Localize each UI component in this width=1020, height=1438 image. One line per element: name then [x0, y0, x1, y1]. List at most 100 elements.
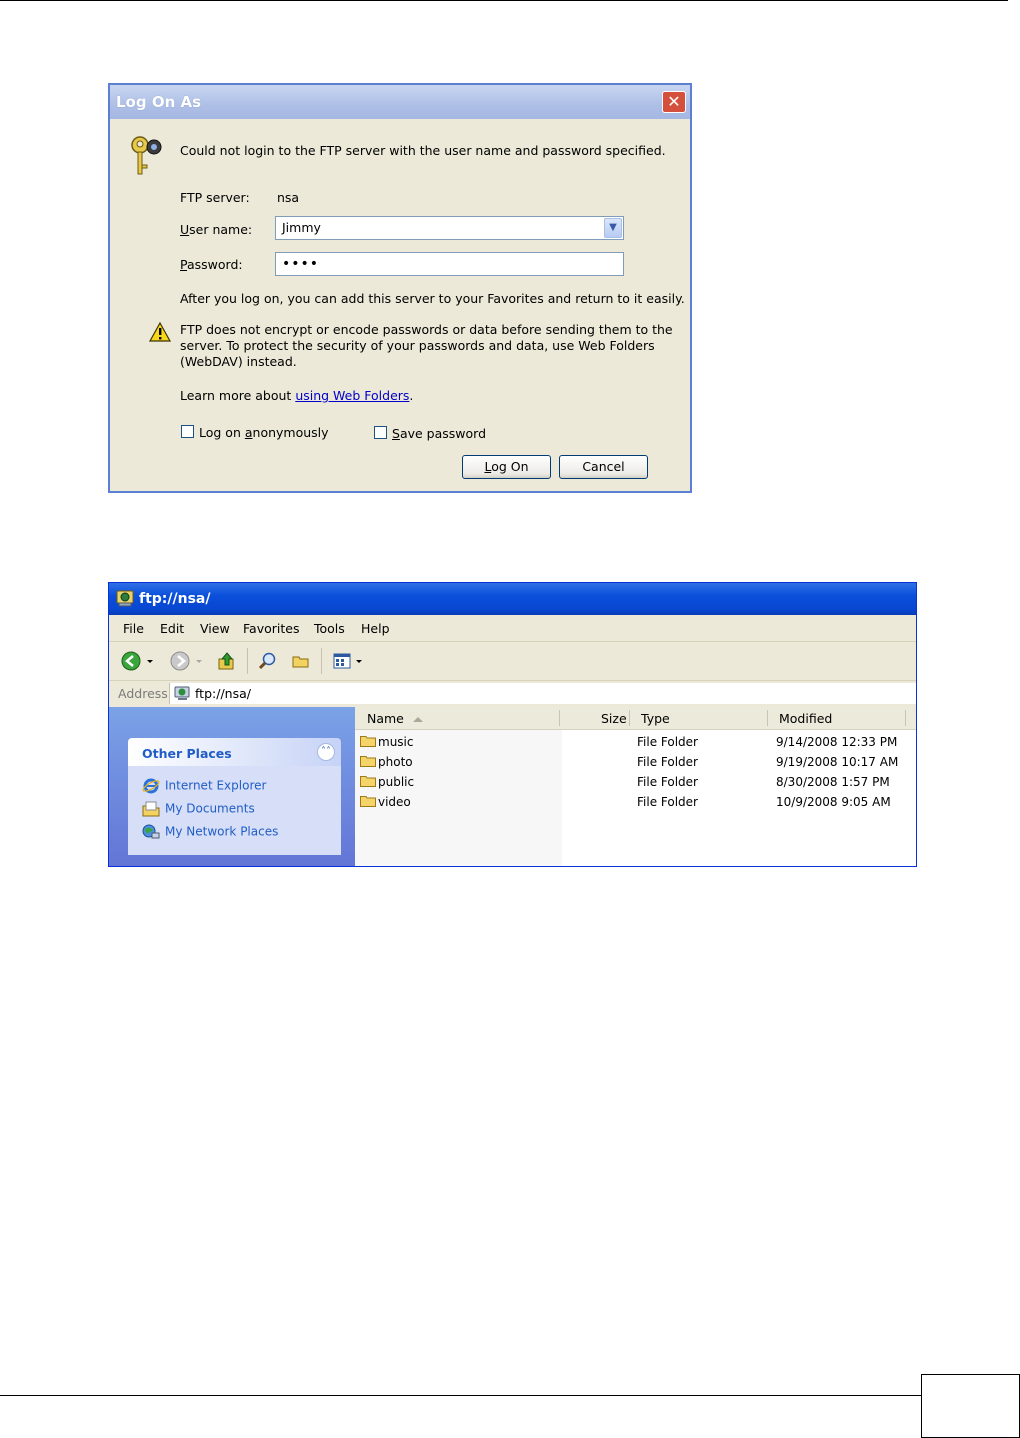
explorer-title: ftp://nsa/ — [139, 591, 211, 607]
other-places-my-documents[interactable]: My Documents — [142, 800, 255, 818]
folder-icon — [360, 776, 376, 787]
chevron-down-icon[interactable]: ▼ — [604, 218, 622, 238]
save-password-label[interactable]: Save password — [392, 426, 486, 441]
collapse-icon[interactable]: ˄˄ — [317, 743, 335, 761]
folder-icon — [360, 796, 376, 807]
task-pane: Other Places ˄˄ Internet Explorer My Doc… — [109, 707, 355, 866]
my-network-places-icon — [142, 824, 160, 839]
forward-dropdown-icon[interactable] — [194, 651, 204, 671]
ftp-server-label: FTP server: — [180, 190, 250, 205]
toolbar — [109, 642, 916, 681]
column-size[interactable]: Size — [601, 711, 627, 726]
dialog-titlebar[interactable]: Log On As ✕ — [110, 85, 690, 119]
warning-line-2: server. To protect the security of your … — [180, 338, 655, 353]
other-places-title: Other Places — [142, 746, 232, 761]
row-type: File Folder — [637, 775, 698, 789]
save-password-checkbox[interactable] — [374, 426, 387, 439]
explorer-window: ftp://nsa/ File Edit View Favorites Tool… — [108, 582, 917, 867]
ftp-folder-icon — [116, 590, 134, 607]
column-divider[interactable] — [767, 710, 768, 726]
network-globe-icon — [174, 686, 190, 700]
toolbar-separator — [247, 648, 248, 674]
views-dropdown-icon[interactable] — [354, 651, 364, 671]
row-name: video — [360, 795, 411, 809]
up-folder-icon[interactable] — [217, 651, 237, 671]
row-name: public — [360, 775, 414, 789]
row-name: photo — [360, 755, 413, 769]
folder-icon — [360, 736, 376, 747]
other-places-my-network-places[interactable]: My Network Places — [142, 823, 278, 841]
column-type[interactable]: Type — [641, 711, 670, 726]
row-name: music — [360, 735, 413, 749]
cancel-button[interactable]: Cancel — [559, 455, 648, 479]
row-modified: 9/19/2008 10:17 AM — [776, 755, 899, 769]
warning-line-1: FTP does not encrypt or encode passwords… — [180, 322, 673, 337]
top-rule — [0, 0, 1008, 1]
folders-icon[interactable] — [291, 651, 311, 671]
username-combobox[interactable]: Jimmy ▼ — [275, 216, 624, 240]
address-input[interactable]: ftp://nsa/ — [169, 683, 916, 704]
logon-dialog: Log On As ✕ Could not login to the FTP s… — [108, 83, 692, 493]
row-modified: 10/9/2008 9:05 AM — [776, 795, 891, 809]
column-name[interactable]: Name — [367, 711, 424, 726]
back-dropdown-icon[interactable] — [145, 651, 155, 671]
my-documents-icon — [142, 801, 160, 817]
warning-icon — [149, 322, 171, 342]
table-row[interactable]: public File Folder 8/30/2008 1:57 PM — [355, 772, 916, 792]
address-value: ftp://nsa/ — [195, 686, 251, 701]
toolbar-separator — [321, 648, 322, 674]
anonymous-label[interactable]: Log on anonymously — [199, 425, 329, 440]
search-icon[interactable] — [257, 651, 277, 671]
menu-view[interactable]: View — [200, 621, 230, 636]
menu-edit[interactable]: Edit — [160, 621, 184, 636]
menu-bar: File Edit View Favorites Tools Help — [109, 615, 916, 642]
menu-help[interactable]: Help — [361, 621, 390, 636]
column-divider[interactable] — [559, 710, 560, 726]
other-places-internet-explorer[interactable]: Internet Explorer — [142, 777, 266, 795]
dialog-body: Could not login to the FTP server with t… — [110, 119, 690, 491]
footer-rule — [0, 1395, 922, 1396]
row-type: File Folder — [637, 795, 698, 809]
menu-tools[interactable]: Tools — [314, 621, 345, 636]
table-row[interactable]: video File Folder 10/9/2008 9:05 AM — [355, 792, 916, 812]
table-row[interactable]: music File Folder 9/14/2008 12:33 PM — [355, 732, 916, 752]
row-type: File Folder — [637, 755, 698, 769]
other-places-body: Internet Explorer My Documents My Networ… — [128, 766, 341, 855]
password-value: •••• — [282, 256, 320, 272]
column-divider[interactable] — [905, 710, 906, 726]
learn-more-text: Learn more about using Web Folders. — [180, 388, 414, 403]
password-field[interactable]: •••• — [275, 252, 624, 276]
row-modified: 9/14/2008 12:33 PM — [776, 735, 898, 749]
sort-ascending-icon — [412, 717, 423, 722]
username-label: User name: — [180, 222, 253, 237]
password-label: Password: — [180, 257, 243, 272]
page-number-box — [921, 1374, 1020, 1438]
dialog-close-button[interactable]: ✕ — [662, 91, 686, 113]
column-modified[interactable]: Modified — [779, 711, 832, 726]
keys-icon — [131, 136, 162, 175]
column-divider[interactable] — [629, 710, 630, 726]
explorer-titlebar[interactable]: ftp://nsa/ — [109, 583, 916, 615]
internet-explorer-icon — [142, 778, 160, 794]
menu-file[interactable]: File — [123, 621, 144, 636]
username-value: Jimmy — [282, 220, 321, 235]
anonymous-checkbox[interactable] — [181, 425, 194, 438]
table-row[interactable]: photo File Folder 9/19/2008 10:17 AM — [355, 752, 916, 772]
ftp-server-value: nsa — [277, 190, 300, 205]
dialog-message: Could not login to the FTP server with t… — [180, 143, 666, 158]
other-places-header[interactable]: Other Places ˄˄ — [128, 738, 341, 766]
menu-favorites[interactable]: Favorites — [243, 621, 299, 636]
address-bar: Address ftp://nsa/ — [109, 681, 916, 708]
row-modified: 8/30/2008 1:57 PM — [776, 775, 890, 789]
column-headers: Name Size Type Modified — [355, 707, 916, 730]
folder-icon — [360, 756, 376, 767]
row-type: File Folder — [637, 735, 698, 749]
logon-button[interactable]: Log On — [462, 455, 551, 479]
web-folders-link[interactable]: using Web Folders — [295, 388, 409, 403]
forward-arrow-icon[interactable] — [170, 651, 190, 671]
warning-line-3: (WebDAV) instead. — [180, 354, 297, 369]
back-arrow-icon[interactable] — [121, 651, 141, 671]
views-icon[interactable] — [332, 651, 352, 671]
favorites-note: After you log on, you can add this serve… — [180, 291, 685, 306]
dialog-title: Log On As — [116, 93, 202, 111]
